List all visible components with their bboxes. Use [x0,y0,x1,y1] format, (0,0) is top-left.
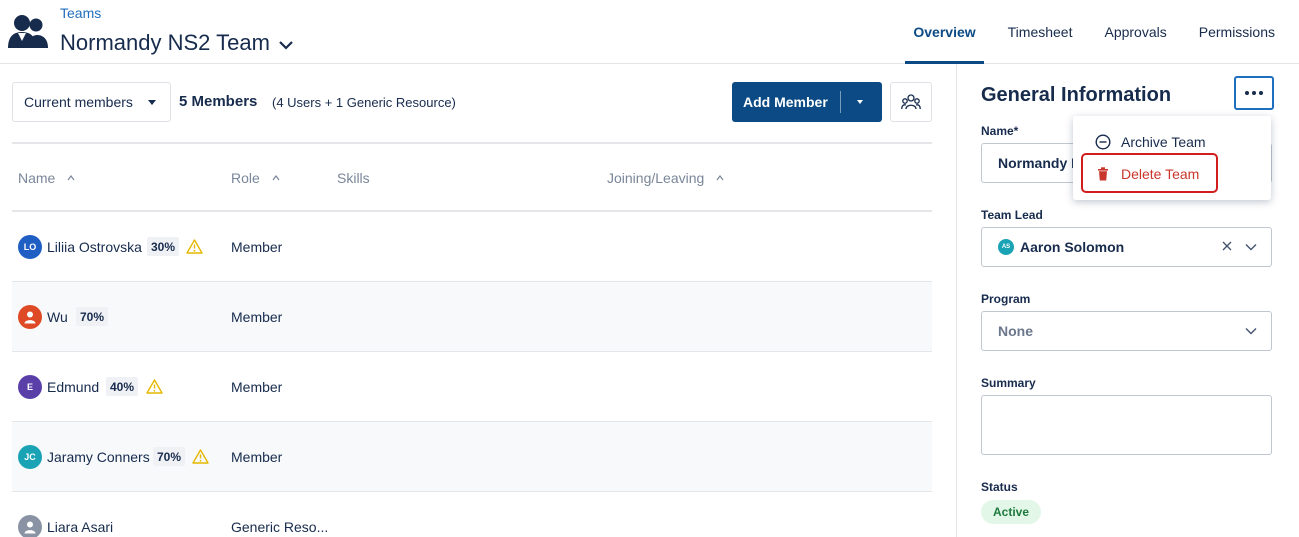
member-filter-select[interactable]: Current members [12,82,171,122]
team-lead-select[interactable]: AS Aaron Solomon [981,227,1272,267]
column-header-name[interactable]: Name [18,170,75,186]
summary-label: Summary [981,376,1036,390]
table-row[interactable]: JC Jaramy Conners 70% Member [12,422,932,492]
members-panel: Current members 5 Members (4 Users + 1 G… [0,64,956,537]
program-select[interactable]: None [981,311,1272,351]
allocation-badge: 70% [76,307,109,326]
tab-overview[interactable]: Overview [897,0,991,64]
table-row[interactable]: E Edmund 40% Member [12,352,932,422]
team-lead-label: Team Lead [981,208,1043,222]
people-group-icon [901,94,921,110]
column-role-label: Role [231,170,260,186]
page-title[interactable]: Normandy NS2 Team [60,30,294,56]
more-options-button[interactable] [1234,76,1274,110]
member-name[interactable]: Wu [47,309,68,325]
more-dot-icon [1259,91,1263,95]
chevron-down-icon[interactable] [1245,241,1257,253]
warning-icon [146,379,163,394]
user-icon [24,311,36,324]
team-icon [8,15,48,48]
member-name[interactable]: Liliia Ostrovska [47,239,142,255]
member-name[interactable]: Jaramy Conners [47,449,150,465]
status-badge: Active [981,500,1042,524]
team-name-title: Normandy NS2 Team [60,30,270,55]
tab-permissions[interactable]: Permissions [1183,0,1299,64]
avatar: LO [18,235,42,259]
breadcrumb[interactable]: Teams [60,5,101,21]
member-filter-label: Current members [24,94,133,110]
team-lead-value: Aaron Solomon [1020,239,1125,255]
avatar: E [18,375,42,399]
summary-textarea[interactable] [981,395,1272,455]
caret-down-icon[interactable] [857,100,863,104]
status-label: Status [981,480,1018,494]
table-header: Name Role Skills Joining/Leaving [12,142,932,212]
chevron-down-icon[interactable] [1245,325,1257,337]
archive-team-label: Archive Team [1121,134,1206,150]
panel-title: General Information [981,84,1172,106]
tab-bar: Overview Timesheet Approvals Permissions [897,0,1299,64]
table-row[interactable]: Liara Asari Generic Reso... [12,492,932,537]
table-row[interactable]: LO Liliia Ostrovska 30% Member [12,212,932,282]
avatar: AS [998,239,1014,255]
members-table: Name Role Skills Joining/Leaving LO Lili… [12,142,932,537]
member-count: 5 Members [179,93,258,110]
table-row[interactable]: Wu 70% Member [12,282,932,352]
member-role: Member [231,379,283,395]
sort-ascending-icon [67,175,75,181]
minus-circle-icon [1095,134,1111,150]
column-name-label: Name [18,170,56,186]
member-role: Member [231,239,283,255]
column-header-role[interactable]: Role [231,170,280,186]
delete-team-label: Delete Team [1121,166,1200,182]
members-toolbar: Current members 5 Members (4 Users + 1 G… [12,82,932,122]
program-value: None [998,323,1033,339]
column-skills-label: Skills [337,170,370,186]
member-name[interactable]: Liara Asari [47,519,113,535]
allocation-badge: 70% [153,447,186,466]
member-role: Member [231,309,283,325]
page-header: Teams Normandy NS2 Team Overview Timeshe… [0,0,1299,64]
member-role: Member [231,449,283,465]
avatar [18,515,42,537]
chevron-down-icon[interactable] [278,37,294,53]
member-count-detail: (4 Users + 1 Generic Resource) [272,95,456,110]
warning-icon [186,239,203,254]
column-header-joining-leaving[interactable]: Joining/Leaving [607,170,724,186]
more-dot-icon [1245,91,1249,95]
member-name[interactable]: Edmund [47,379,99,395]
tab-timesheet[interactable]: Timesheet [992,0,1089,64]
delete-team-menu-item[interactable]: Delete Team [1095,164,1199,184]
name-field-label: Name* [981,124,1019,138]
sort-ascending-icon [272,175,280,181]
tab-approvals[interactable]: Approvals [1088,0,1182,64]
allocation-badge: 40% [106,377,139,396]
team-actions-menu: Archive Team Delete Team [1073,116,1271,200]
column-joining-label: Joining/Leaving [607,170,705,186]
more-dot-icon [1252,91,1256,95]
sort-ascending-icon [716,175,724,181]
button-divider [840,91,841,113]
add-member-button[interactable]: Add Member [732,82,882,122]
column-header-skills[interactable]: Skills [337,170,370,186]
user-icon [24,521,36,534]
avatar [18,305,42,329]
avatar: JC [18,445,42,469]
member-role: Generic Reso... [231,519,329,535]
team-name-value: Normandy N [998,155,1082,171]
caret-down-icon [148,100,156,105]
trash-icon [1098,167,1108,181]
program-label: Program [981,292,1031,306]
close-icon[interactable] [1221,240,1233,252]
warning-icon [192,449,209,464]
archive-team-menu-item[interactable]: Archive Team [1095,132,1206,152]
add-member-label: Add Member [743,94,828,110]
group-view-button[interactable] [890,82,932,122]
allocation-badge: 30% [147,237,180,256]
